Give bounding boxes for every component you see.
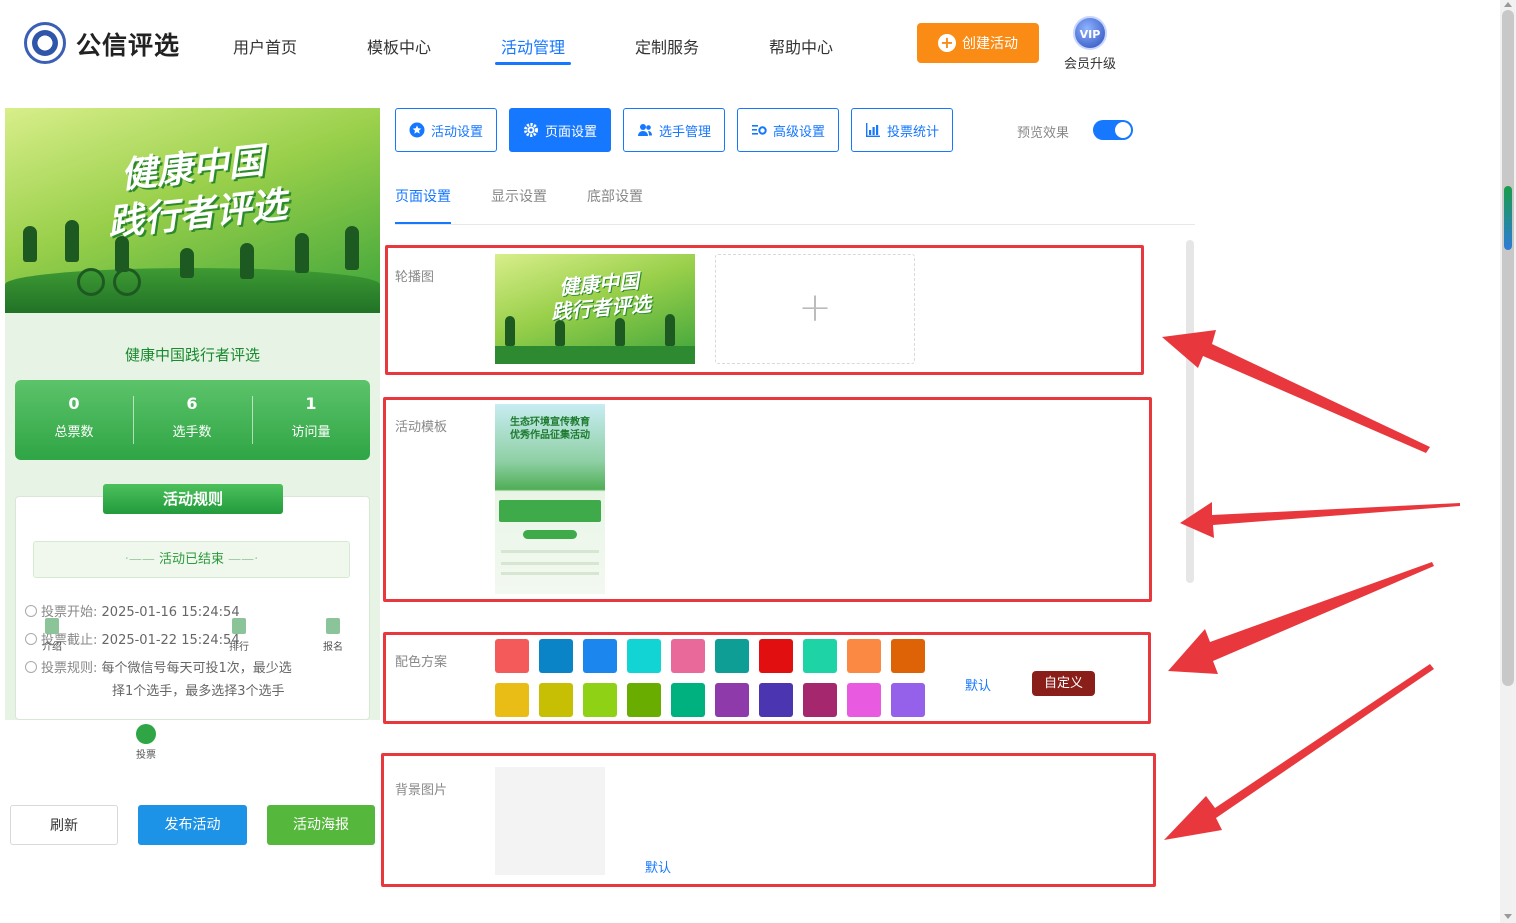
color-swatch[interactable] <box>803 639 837 673</box>
stat-total-votes: 0 总票数 <box>54 394 94 440</box>
color-swatch[interactable] <box>539 639 573 673</box>
color-swatch[interactable] <box>847 683 881 717</box>
color-custom-button[interactable]: 自定义 <box>1032 671 1095 696</box>
vip-badge-icon[interactable]: VIP <box>1073 16 1107 50</box>
annotation-arrows <box>1162 330 1460 840</box>
carousel-label: 轮播图 <box>395 270 435 285</box>
stat-visits: 1 访问量 <box>291 394 331 440</box>
subtab-display-settings[interactable]: 显示设置 <box>491 186 547 206</box>
rules-title: 活动规则 <box>103 484 283 514</box>
template-label: 活动模板 <box>395 420 448 435</box>
color-scheme-label: 配色方案 <box>395 655 448 670</box>
nav-item-templates[interactable]: 模板中心 <box>367 34 431 58</box>
color-swatch[interactable] <box>539 683 573 717</box>
nav-item-custom-service[interactable]: 定制服务 <box>635 34 699 58</box>
color-swatch[interactable] <box>627 639 661 673</box>
color-swatch[interactable] <box>671 683 705 717</box>
nav-item-help[interactable]: 帮助中心 <box>769 34 833 58</box>
publish-activity-button[interactable]: 发布活动 <box>138 805 247 845</box>
background-image-label: 背景图片 <box>395 783 448 798</box>
star-circle-icon <box>409 122 425 138</box>
subtab-page-settings[interactable]: 页面设置 <box>395 186 451 206</box>
color-swatch[interactable] <box>891 683 925 717</box>
background-default-link[interactable]: 默认 <box>645 857 671 876</box>
color-swatches-row-2 <box>495 683 925 717</box>
page-scrollbar[interactable] <box>1500 0 1516 923</box>
vote-statistics-button[interactable]: 投票统计 <box>851 108 953 152</box>
page-settings-button[interactable]: 页面设置 <box>509 108 611 152</box>
nav-item-activity-management[interactable]: 活动管理 <box>501 34 565 58</box>
preview-tab-ranking[interactable]: 排行 <box>209 618 269 653</box>
color-swatch[interactable] <box>671 639 705 673</box>
create-activity-label: 创建活动 <box>962 36 1018 52</box>
color-swatch[interactable] <box>627 683 661 717</box>
preview-tab-intro[interactable]: 介绍 <box>22 618 82 653</box>
vote-rule-row: 投票规则: 每个微信号每天可投1次，最少选 <box>25 657 292 676</box>
contestant-management-button[interactable]: 选手管理 <box>623 108 725 152</box>
brand-name: 公信评选 <box>76 31 181 60</box>
carousel-image[interactable]: 健康中国 践行者评选 <box>495 254 695 364</box>
color-default-link[interactable]: 默认 <box>965 675 991 694</box>
logo-icon <box>24 22 66 64</box>
stats-card: 0 总票数 6 选手数 1 访问量 <box>15 380 370 460</box>
preview-tab-signup[interactable]: 报名 <box>303 618 363 653</box>
gear-icon <box>523 123 538 137</box>
color-swatch[interactable] <box>847 639 881 673</box>
color-swatch[interactable] <box>495 683 529 717</box>
nav-active-indicator <box>495 62 571 65</box>
annotation-arrow-icon <box>1162 330 1430 453</box>
users-icon <box>637 124 652 136</box>
create-activity-button[interactable]: + 创建活动 <box>917 23 1039 63</box>
template-thumbnail-title: 生态环境宣传教育 优秀作品征集活动 <box>510 417 590 441</box>
color-swatch[interactable] <box>891 639 925 673</box>
color-swatch[interactable] <box>803 683 837 717</box>
activity-status: ·—— 活动已结束 ——· <box>33 541 350 578</box>
color-swatch[interactable] <box>495 639 529 673</box>
color-swatches-row-1 <box>495 639 925 673</box>
preview-tab-vote[interactable]: 投票 <box>116 724 176 761</box>
preview-effect-toggle[interactable] <box>1093 120 1133 140</box>
carousel-image-title: 健康中国 践行者评选 <box>550 268 652 325</box>
advanced-settings-button[interactable]: 高级设置 <box>737 108 839 152</box>
preview-banner: 健康中国 践行者评选 <box>5 108 380 313</box>
stat-contestants: 6 选手数 <box>172 394 212 440</box>
clock-icon <box>25 605 37 617</box>
subtab-footer-settings[interactable]: 底部设置 <box>587 186 643 206</box>
settings-list-icon <box>751 125 767 135</box>
annotation-arrow-icon <box>1180 502 1460 538</box>
color-swatch[interactable] <box>583 683 617 717</box>
vote-rule-continued: 择1个选手，最多选择3个选手 <box>112 684 285 699</box>
template-thumbnail[interactable]: 生态环境宣传教育 优秀作品征集活动 <box>495 404 605 594</box>
preview-activity-title: 健康中国践行者评选 <box>124 346 260 364</box>
medal-icon <box>232 618 246 634</box>
annotation-arrow-icon <box>1168 562 1434 674</box>
preview-effect-label: 预览效果 <box>1017 126 1070 141</box>
annotation-arrow-icon <box>1164 664 1434 840</box>
nav-item-home[interactable]: 用户首页 <box>233 34 297 58</box>
vip-upgrade-link[interactable]: 会员升级 <box>1064 53 1116 72</box>
color-swatch[interactable] <box>583 639 617 673</box>
edit-icon <box>326 618 340 634</box>
plus-circle-icon: + <box>938 34 956 52</box>
document-icon <box>45 618 59 634</box>
activity-settings-button[interactable]: 活动设置 <box>395 108 497 152</box>
vote-icon <box>136 724 156 744</box>
color-swatch[interactable] <box>715 683 749 717</box>
subtab-active-indicator <box>395 222 451 224</box>
color-swatch[interactable] <box>759 639 793 673</box>
color-swatch[interactable] <box>715 639 749 673</box>
color-swatch[interactable] <box>759 683 793 717</box>
carousel-upload-button[interactable]: + <box>715 254 915 364</box>
activity-poster-button[interactable]: 活动海报 <box>267 805 375 845</box>
background-image-placeholder[interactable] <box>495 767 605 875</box>
banner-title: 健康中国 践行者评选 <box>105 140 290 245</box>
bar-chart-icon <box>865 123 880 137</box>
refresh-button[interactable]: 刷新 <box>10 805 118 845</box>
info-icon <box>25 661 37 673</box>
